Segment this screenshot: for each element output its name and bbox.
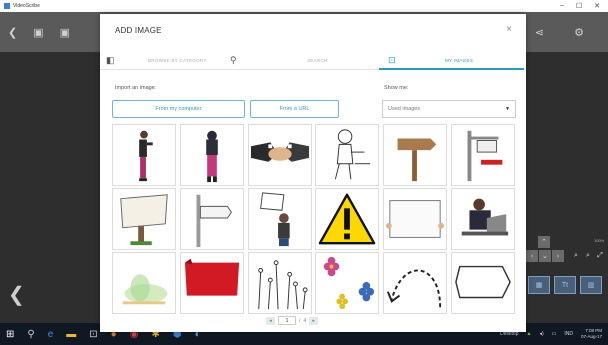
zoom-out-icon[interactable]: ⌕ [570, 250, 582, 262]
clock[interactable]: 7:08 PM 07-Aug-17 [581, 328, 602, 340]
image-tile[interactable] [247, 188, 312, 250]
zoom-level: 100% [594, 238, 605, 243]
store-icon[interactable]: ⊡ [89, 329, 97, 340]
back-icon[interactable]: ❮ [8, 26, 17, 39]
handshake-icon [250, 142, 309, 162]
active-tab-indicator [379, 68, 524, 70]
network-icon[interactable]: ▲ [526, 331, 531, 337]
show-me-label: Show me: [384, 85, 409, 91]
prev-page-button[interactable]: ◂ [266, 316, 275, 325]
pagination: ◂ 1 / 4 ▸ [266, 316, 319, 325]
from-url-button[interactable]: From a URL [250, 100, 339, 118]
tab-my-images[interactable]: MY IMAGES [445, 58, 473, 63]
green-watercolor-icon [122, 274, 168, 305]
maximize-button[interactable]: ☐ [576, 2, 582, 10]
chevron-left-icon[interactable]: ‹ [526, 250, 538, 262]
woman-hijab-icon [205, 130, 218, 183]
share-icon[interactable]: ⋖ [535, 26, 544, 39]
page-total: 4 [303, 317, 307, 324]
arrow-signpost-icon [196, 194, 232, 248]
man-at-laptop-icon [461, 198, 509, 236]
app-icon [4, 3, 10, 9]
fit-icon[interactable]: ⤢ [594, 250, 606, 262]
dialog-title: ADD IMAGE [115, 26, 162, 35]
add-image-button[interactable]: ▦ [528, 276, 550, 294]
image-tile[interactable] [383, 188, 448, 250]
window-titlebar: VideoScribe – ☐ ✕ [0, 0, 608, 12]
clock-date: 07-Aug-17 [580, 334, 602, 339]
hexagon-outline-icon [455, 265, 511, 299]
image-tile[interactable] [179, 252, 244, 314]
image-tile[interactable] [247, 252, 312, 314]
image-tile[interactable] [112, 252, 176, 314]
battery-icon[interactable]: ▭ [552, 331, 557, 337]
image-tile[interactable] [112, 188, 176, 250]
page-separator: / [299, 317, 301, 324]
red-banner-icon [184, 258, 239, 296]
tab-search[interactable]: SEARCH [307, 58, 328, 63]
image-tile[interactable] [315, 188, 380, 250]
save-icon[interactable]: ▣ [33, 26, 43, 39]
next-page-button[interactable]: ▸ [309, 316, 319, 325]
settings-icon[interactable]: ⚙ [574, 26, 584, 39]
search-icon[interactable]: ⚲ [230, 55, 237, 66]
windows-start-icon[interactable]: ⊞ [6, 329, 14, 340]
image-tile[interactable] [450, 188, 515, 250]
image-tile[interactable] [450, 252, 515, 314]
chevron-right-icon[interactable]: › [552, 250, 564, 262]
minimize-button[interactable]: – [560, 2, 564, 10]
add-text-button[interactable]: Tt [554, 276, 576, 294]
hanging-sign-post-icon [467, 130, 503, 182]
chevron-down-icon[interactable]: ⌄ [539, 250, 551, 262]
chevron-up-icon[interactable]: ⌃ [538, 236, 550, 248]
man-holding-sign-icon [259, 192, 290, 247]
edge-browser-icon[interactable]: e [48, 329, 54, 340]
person-standing-side-icon [139, 130, 153, 182]
blank-wooden-sign-icon [120, 194, 168, 246]
dropdown-caret-icon: ▼ [505, 106, 510, 112]
file-explorer-icon[interactable]: ▬ [66, 329, 76, 340]
language-indicator[interactable]: IND [564, 331, 573, 337]
close-window-button[interactable]: ✕ [594, 2, 600, 10]
tab-browse-by-category[interactable]: BROWSE BY CATEGORY [148, 58, 207, 63]
from-computer-button[interactable]: From my computer [112, 100, 245, 118]
window-title: VideoScribe [13, 3, 40, 9]
image-tile[interactable] [383, 124, 448, 186]
upload-icon[interactable]: ⊡ [388, 55, 396, 66]
image-tile[interactable] [179, 124, 244, 186]
search-icon[interactable]: ⚲ [27, 329, 34, 340]
blank-paper-icon [386, 200, 445, 238]
drawn-flower-stems-icon [257, 260, 308, 310]
dashed-curved-arrow-icon [387, 269, 442, 308]
image-grid [112, 124, 515, 316]
image-tile[interactable] [383, 252, 448, 314]
image-tile[interactable] [315, 124, 380, 186]
zoom-in-icon[interactable]: ⌕ [582, 250, 594, 262]
volume-icon[interactable]: ◂) [539, 331, 543, 337]
show-me-select[interactable]: Used images ▼ [382, 100, 516, 118]
add-image-dialog: ADD IMAGE × ◧ BROWSE BY CATEGORY ⚲ SEARC… [100, 14, 526, 332]
save-as-icon[interactable]: ▣ [60, 26, 70, 39]
import-label: Import an image: [115, 85, 157, 91]
image-tile[interactable] [315, 252, 380, 314]
colorful-flowers-icon [324, 256, 375, 310]
close-dialog-button[interactable]: × [506, 24, 512, 35]
image-tile[interactable] [112, 124, 176, 186]
add-chart-button[interactable]: ▥ [580, 276, 602, 294]
image-tile[interactable] [450, 124, 515, 186]
wooden-signpost-icon [397, 138, 437, 182]
side-panel: ⌃ 100% ‹ ⌄ › ⌕ ⌕ ⤢ ▦ Tt ▥ [522, 228, 608, 318]
show-me-value: Used images [388, 106, 421, 112]
image-tile[interactable] [179, 188, 244, 250]
person-at-desk-icon [335, 129, 371, 180]
dialog-tabbar: ◧ BROWSE BY CATEGORY ⚲ SEARCH ⊡ MY IMAGE… [100, 50, 526, 70]
panel-toggle-icon[interactable]: ◧ [106, 55, 115, 66]
warning-sign-icon [319, 193, 376, 245]
page-number-input[interactable]: 1 [278, 316, 296, 325]
scroll-left-icon[interactable]: ❮ [8, 282, 25, 307]
image-tile[interactable] [247, 124, 312, 186]
